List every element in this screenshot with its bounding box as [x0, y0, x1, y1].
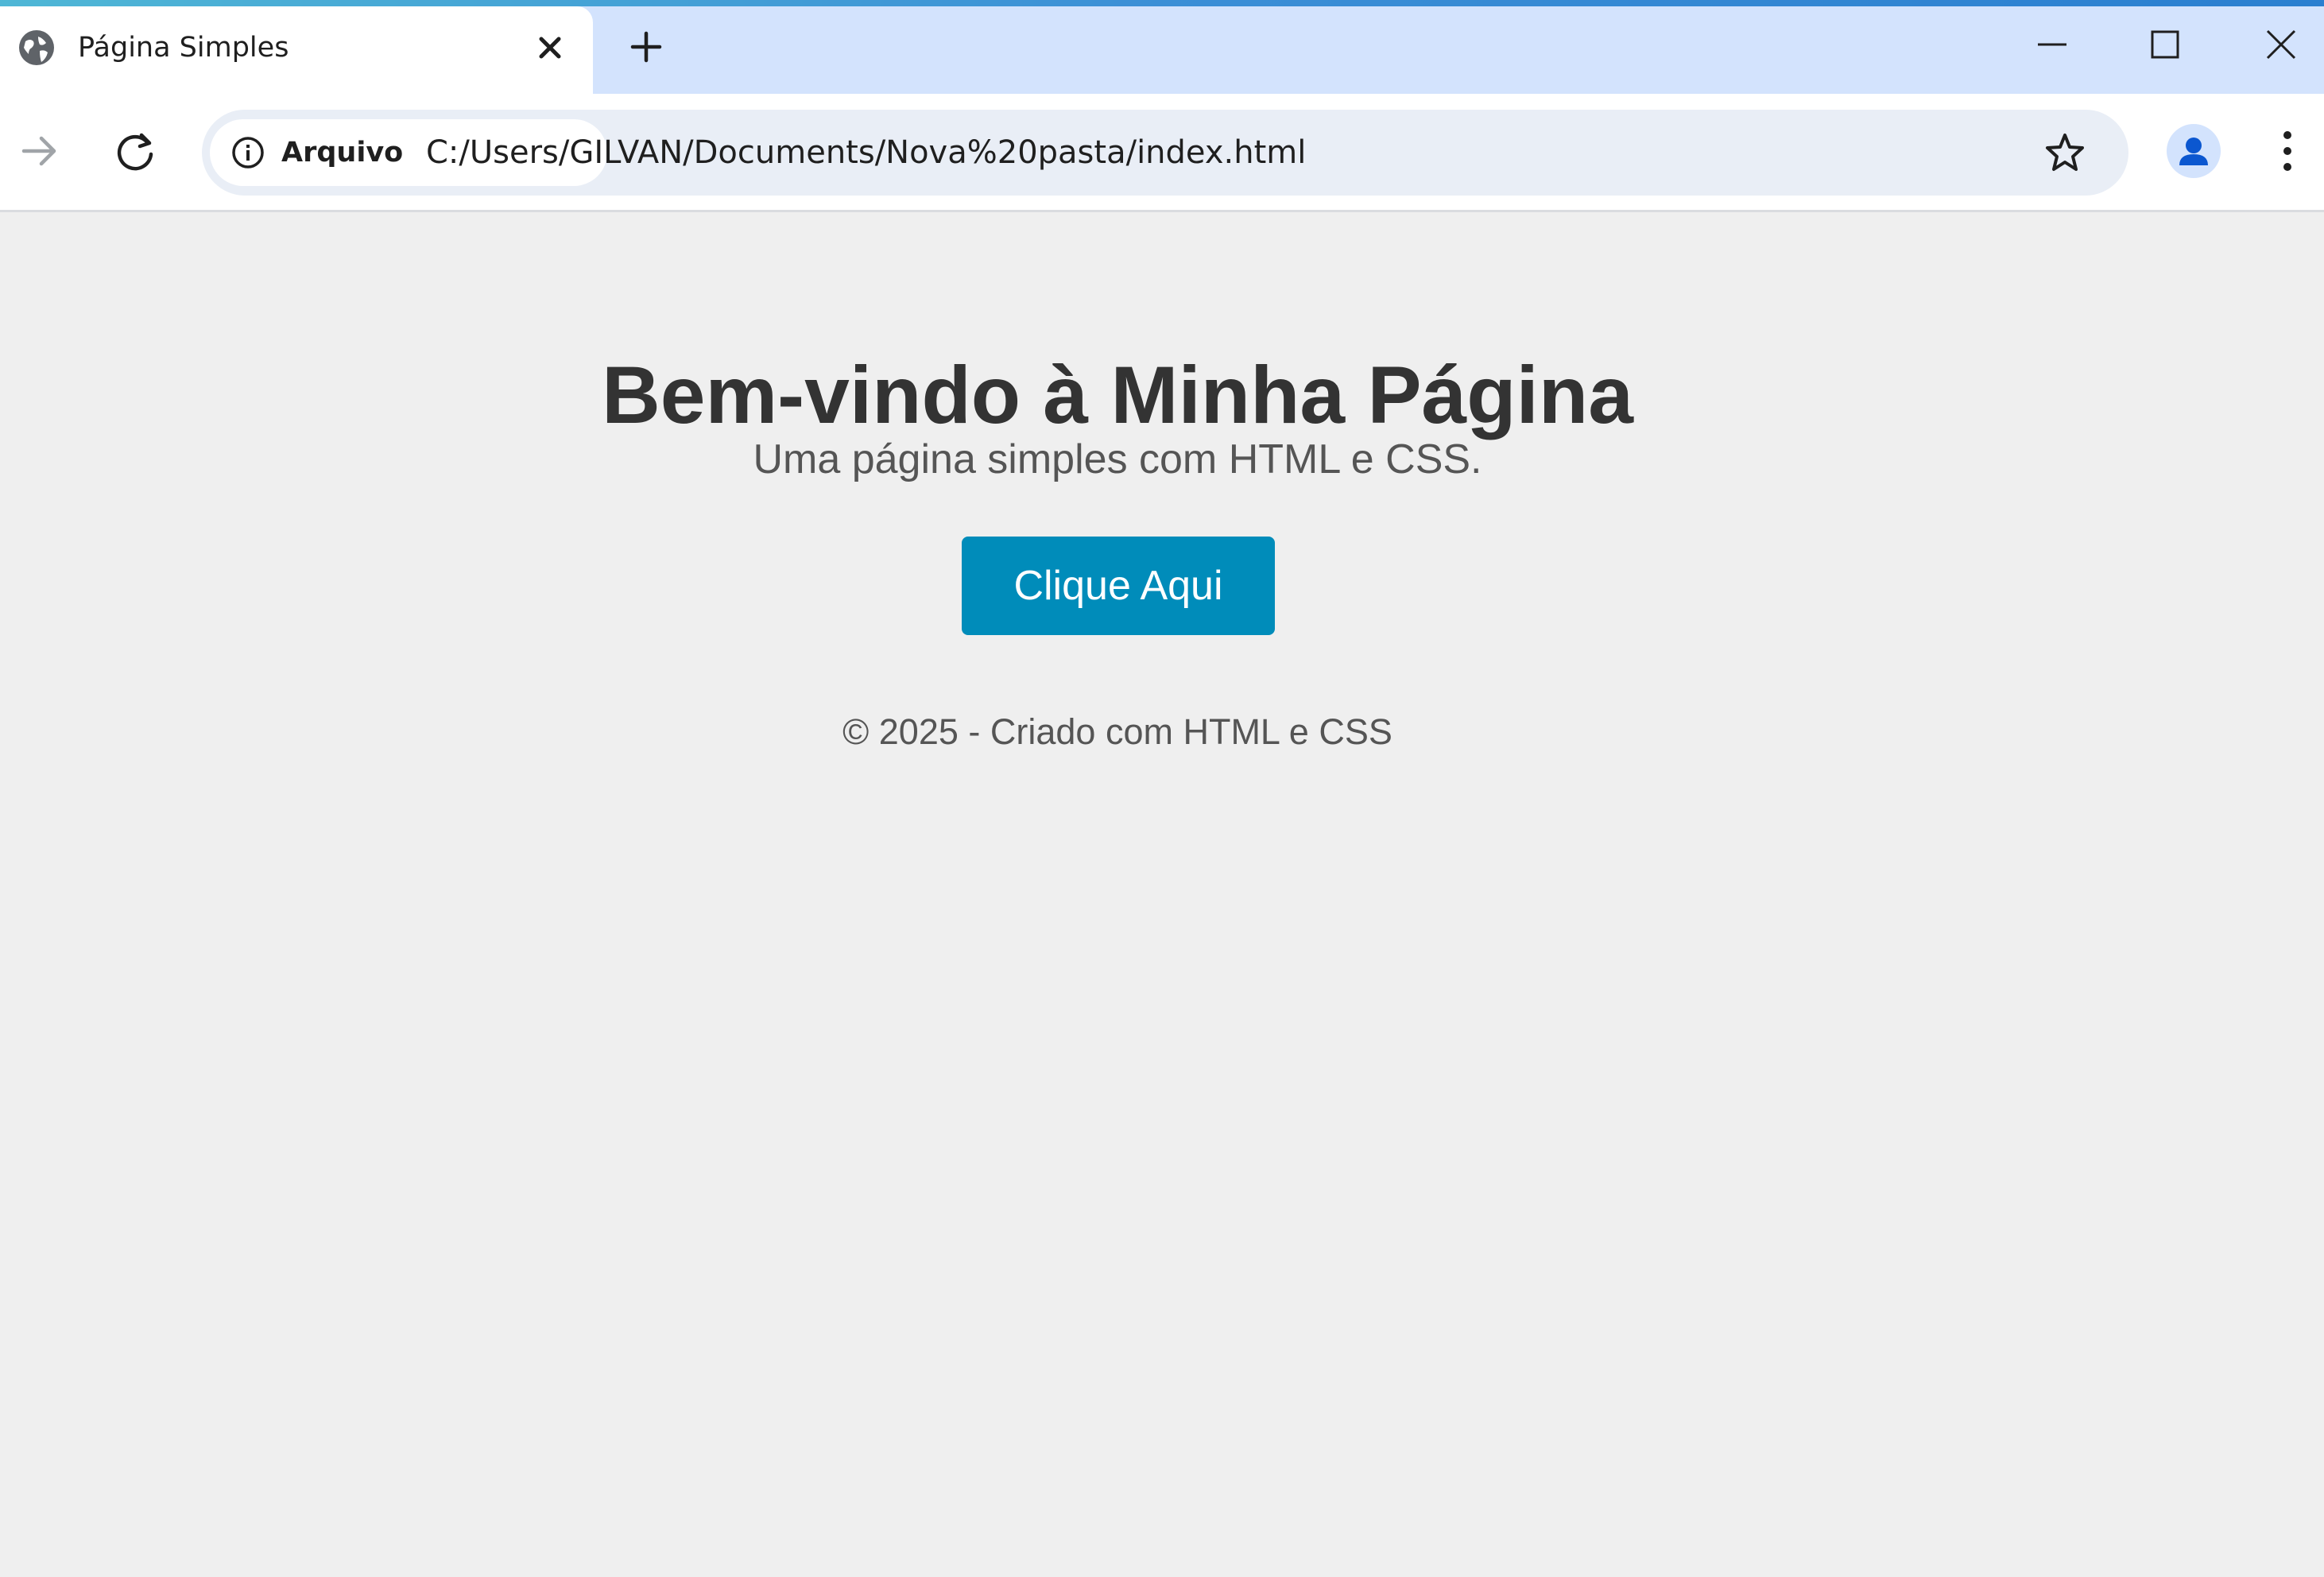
forward-arrow-icon[interactable]: [14, 126, 65, 176]
profile-avatar[interactable]: [2167, 124, 2221, 178]
tab-title: Página Simples: [78, 32, 289, 64]
security-chip-label: Arquivo: [281, 137, 404, 169]
maximize-button[interactable]: [2109, 6, 2221, 83]
reload-icon[interactable]: [110, 126, 161, 176]
info-icon: [232, 137, 264, 169]
bookmark-star-icon[interactable]: [2043, 130, 2087, 175]
minimize-button[interactable]: [1997, 6, 2108, 83]
close-window-button[interactable]: [2225, 6, 2324, 83]
more-options-icon[interactable]: [2265, 126, 2310, 176]
page-subtitle: Uma página simples com HTML e CSS.: [753, 436, 1482, 482]
address-bar[interactable]: Arquivo C:/Users/GILVAN/Documents/Nova%2…: [202, 110, 2128, 196]
plus-icon[interactable]: [620, 21, 672, 73]
tab-strip: Página Simples: [0, 6, 2324, 94]
window-accent-bar: [0, 0, 2324, 6]
maximize-icon: [2151, 30, 2179, 59]
minimize-icon: [2038, 43, 2066, 46]
page-footer: © 2025 - Criado com HTML e CSS: [842, 711, 1392, 752]
tab-pagina-simples[interactable]: Página Simples: [0, 6, 593, 94]
globe-icon: [19, 30, 54, 65]
clique-aqui-button[interactable]: Clique Aqui: [962, 537, 1275, 635]
url-text[interactable]: C:/Users/GILVAN/Documents/Nova%20pasta/i…: [426, 130, 1306, 175]
browser-toolbar: Arquivo C:/Users/GILVAN/Documents/Nova%2…: [0, 94, 2324, 212]
person-icon: [2179, 138, 2208, 165]
close-icon: [2266, 29, 2296, 60]
page-content: Bem-vindo à Minha Página Uma página simp…: [0, 212, 2324, 1577]
tab-close-icon[interactable]: [529, 27, 571, 68]
